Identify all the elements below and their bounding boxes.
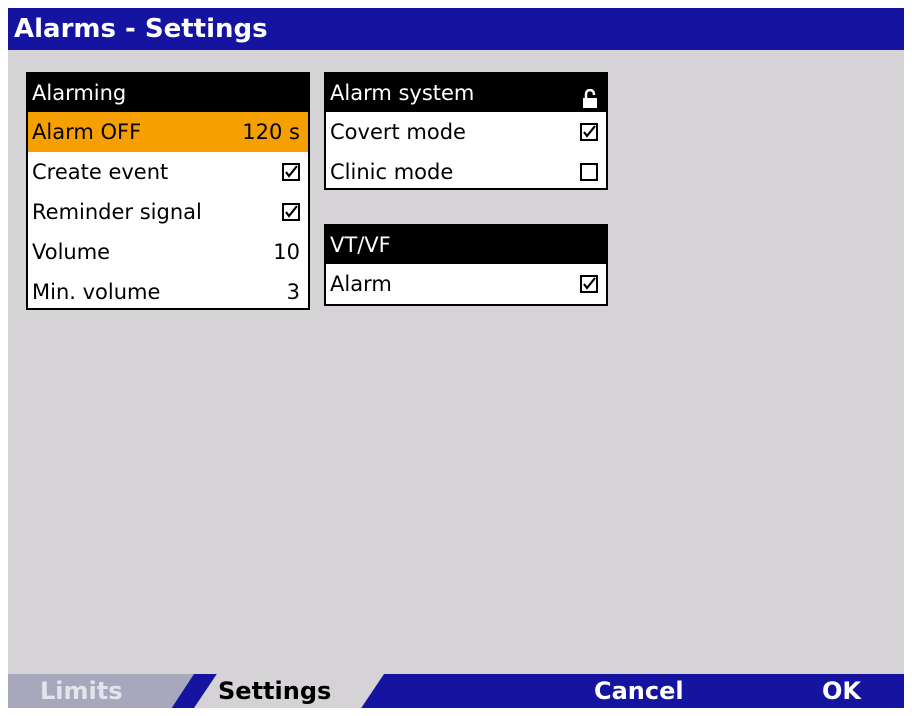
min-volume-value: 3 <box>286 280 300 304</box>
checkmark-icon <box>285 205 298 218</box>
volume-label: Volume <box>32 240 111 264</box>
volume-row[interactable]: Volume 10 <box>28 232 308 272</box>
cancel-button[interactable]: Cancel <box>594 674 684 708</box>
alarming-panel-title: Alarming <box>32 81 127 105</box>
vtvf-alarm-row[interactable]: Alarm <box>326 264 606 304</box>
alarm-settings-screen: Alarms - Settings Alarming Alarm OFF 120… <box>8 8 904 708</box>
alarming-panel: Alarming Alarm OFF 120 s Create event Re… <box>26 72 310 310</box>
vtvf-panel-title: VT/VF <box>330 233 391 257</box>
volume-value: 10 <box>273 240 300 264</box>
alarming-panel-header: Alarming <box>28 74 308 112</box>
alarm-system-panel-title: Alarm system <box>330 81 475 105</box>
clinic-mode-label: Clinic mode <box>330 160 454 184</box>
create-event-row[interactable]: Create event <box>28 152 308 192</box>
clinic-mode-checkbox[interactable] <box>580 163 598 181</box>
tab-settings[interactable]: Settings <box>194 674 384 708</box>
covert-mode-label: Covert mode <box>330 120 466 144</box>
alarm-off-label: Alarm OFF <box>32 120 142 144</box>
vtvf-panel: VT/VF Alarm <box>324 224 608 306</box>
clinic-mode-row[interactable]: Clinic mode <box>326 152 606 192</box>
reminder-signal-row[interactable]: Reminder signal <box>28 192 308 232</box>
tab-limits[interactable]: Limits <box>8 674 194 708</box>
alarm-system-panel-header: Alarm system <box>326 74 606 112</box>
covert-mode-row[interactable]: Covert mode <box>326 112 606 152</box>
reminder-signal-label: Reminder signal <box>32 200 202 224</box>
create-event-checkbox[interactable] <box>282 163 300 181</box>
checkmark-icon <box>285 165 298 178</box>
checkmark-icon <box>583 277 596 290</box>
vtvf-panel-header: VT/VF <box>326 226 606 264</box>
alarm-off-row[interactable]: Alarm OFF 120 s <box>28 112 308 152</box>
lock-icon <box>582 83 598 108</box>
vtvf-alarm-label: Alarm <box>330 272 392 296</box>
bottom-tab-bar: Limits Settings Cancel OK <box>8 674 904 708</box>
alarm-off-value: 120 s <box>242 120 300 144</box>
reminder-signal-checkbox[interactable] <box>282 203 300 221</box>
min-volume-label: Min. volume <box>32 280 161 304</box>
covert-mode-checkbox[interactable] <box>580 123 598 141</box>
alarm-system-panel: Alarm system Covert mode Clinic mode <box>324 72 608 190</box>
ok-button[interactable]: OK <box>822 674 861 708</box>
screen-title: Alarms - Settings <box>8 8 904 50</box>
create-event-label: Create event <box>32 160 169 184</box>
checkmark-icon <box>583 125 596 138</box>
vtvf-alarm-checkbox[interactable] <box>580 275 598 293</box>
min-volume-row[interactable]: Min. volume 3 <box>28 272 308 312</box>
